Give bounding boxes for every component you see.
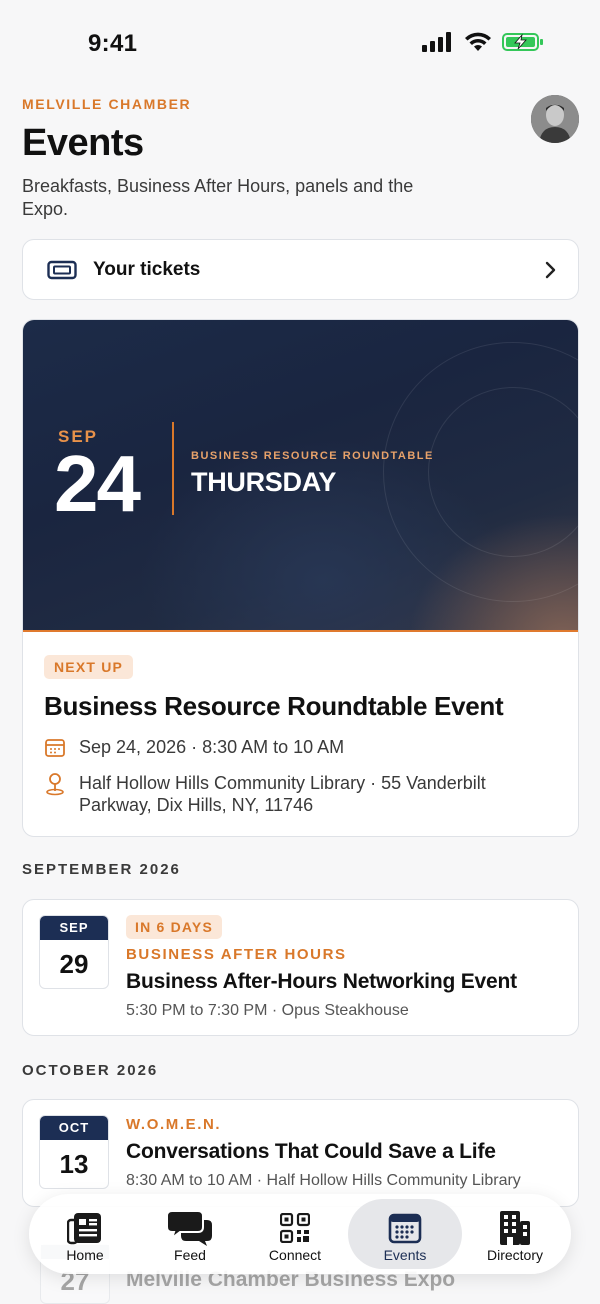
hero-divider (172, 422, 174, 515)
page-title: Events (22, 122, 144, 164)
tab-label: Home (66, 1247, 104, 1263)
date-tile-day: 13 (59, 1149, 89, 1179)
days-until-badge: IN 6 DAYS (126, 915, 222, 939)
tab-label: Directory (486, 1247, 543, 1263)
your-tickets-label: Your tickets (93, 259, 201, 280)
wifi-icon (465, 32, 491, 51)
section-header-october: OCTOBER 2026 (22, 1062, 159, 1079)
featured-event-hero: SEP 24 BUSINESS RESOURCE ROUNDTABLE THUR… (23, 320, 578, 632)
event-meta: 5:30 PM to 7:30 PM · Opus Steakhouse (126, 1002, 409, 1019)
qr-code-icon (280, 1213, 310, 1243)
featured-event-datetime: Sep 24, 2026 · 8:30 AM to 10 AM (79, 737, 345, 757)
tab-home[interactable]: Home (33, 1199, 137, 1269)
event-title: Conversations That Could Save a Life (126, 1140, 496, 1163)
newspaper-icon (67, 1213, 101, 1245)
tab-bar: Home Feed Connect Events Directory (29, 1194, 571, 1274)
date-tile: SEP 29 (39, 915, 109, 989)
location-pin-icon (46, 773, 64, 796)
event-card[interactable]: OCT 13 W.O.M.E.N. Conversations That Cou… (22, 1099, 579, 1207)
building-icon (500, 1211, 530, 1245)
section-header-september: SEPTEMBER 2026 (22, 861, 181, 878)
tab-events[interactable]: Events (348, 1199, 462, 1269)
tab-feed[interactable]: Feed (138, 1199, 242, 1269)
tab-label: Events (383, 1247, 427, 1263)
featured-event-location-row: Half Hollow Hills Community Library · 55… (44, 772, 544, 816)
chevron-right-icon (545, 261, 556, 279)
next-up-badge: NEXT UP (44, 655, 134, 679)
featured-event-location: Half Hollow Hills Community Library · 55… (79, 773, 486, 815)
featured-event-datetime-row: Sep 24, 2026 · 8:30 AM to 10 AM (44, 736, 344, 758)
avatar[interactable] (531, 95, 579, 143)
date-tile-month: OCT (40, 1116, 108, 1140)
featured-event-card[interactable]: SEP 24 BUSINESS RESOURCE ROUNDTABLE THUR… (22, 319, 579, 837)
event-title: Business After-Hours Networking Event (126, 970, 517, 993)
calendar-icon (388, 1213, 422, 1244)
status-icons (422, 32, 544, 52)
signal-icon (422, 32, 451, 52)
event-meta: 8:30 AM to 10 AM · Half Hollow Hills Com… (126, 1172, 521, 1189)
ticket-icon (47, 260, 77, 280)
avatar-photo (531, 95, 579, 143)
hero-day: 24 (54, 439, 141, 528)
date-tile-month: SEP (40, 916, 108, 940)
org-label: MELVILLE CHAMBER (22, 96, 192, 112)
page-subtitle: Breakfasts, Business After Hours, panels… (22, 176, 414, 219)
hero-kicker: BUSINESS RESOURCE ROUNDTABLE (191, 450, 434, 462)
status-bar: 9:41 (0, 0, 600, 88)
status-time: 9:41 (88, 30, 138, 57)
event-category: BUSINESS AFTER HOURS (126, 946, 347, 963)
tab-connect[interactable]: Connect (243, 1199, 347, 1269)
event-card[interactable]: SEP 29 IN 6 DAYS BUSINESS AFTER HOURS Bu… (22, 899, 579, 1036)
tab-label: Connect (268, 1247, 322, 1263)
chat-bubbles-icon (167, 1210, 212, 1246)
your-tickets-button[interactable]: Your tickets (22, 239, 579, 300)
event-category: W.O.M.E.N. (126, 1116, 222, 1133)
hero-weekday: THURSDAY (191, 467, 337, 497)
date-tile: OCT 13 (39, 1115, 109, 1189)
featured-event-title: Business Resource Roundtable Event (44, 691, 504, 721)
tab-label: Feed (174, 1247, 206, 1263)
battery-charging-icon (502, 33, 543, 51)
date-tile-day: 29 (59, 949, 89, 979)
tab-directory[interactable]: Directory (463, 1199, 567, 1269)
calendar-icon (45, 739, 65, 757)
